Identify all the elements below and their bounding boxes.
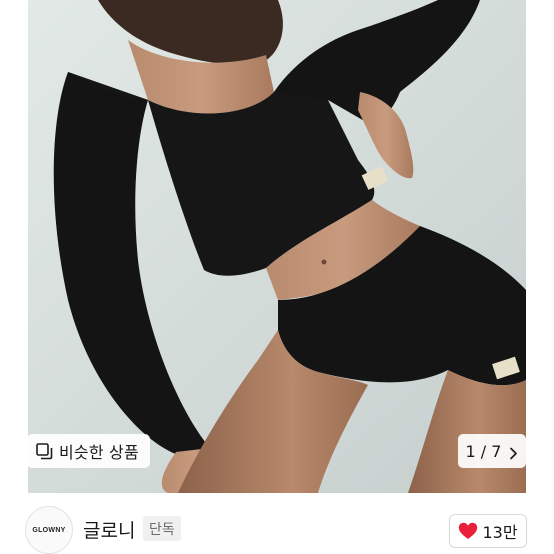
seller-row: GLOWNY 글로니 단독 13만 (0, 493, 554, 554)
similar-products-icon (36, 442, 53, 460)
similar-products-label: 비슷한 상품 (59, 443, 139, 462)
image-counter-text: 1 / 7 (465, 441, 502, 461)
similar-products-button[interactable]: 비슷한 상품 (27, 434, 150, 468)
exclusive-badge: 단독 (143, 516, 181, 541)
image-counter[interactable]: 1 / 7 (458, 434, 526, 468)
chevron-right-icon (509, 445, 518, 459)
seller-logo-text: GLOWNY (32, 526, 66, 534)
heart-icon (458, 522, 478, 540)
seller-name[interactable]: 글로니 (83, 516, 135, 543)
seller-avatar[interactable]: GLOWNY (25, 506, 73, 554)
like-button[interactable]: 13만 (449, 514, 527, 548)
like-count: 13만 (482, 523, 518, 542)
product-photo-illustration (28, 0, 526, 493)
product-image[interactable] (28, 0, 526, 493)
product-detail-page: 비슷한 상품 1 / 7 GLOWNY 글로니 단독 13만 (0, 0, 554, 554)
